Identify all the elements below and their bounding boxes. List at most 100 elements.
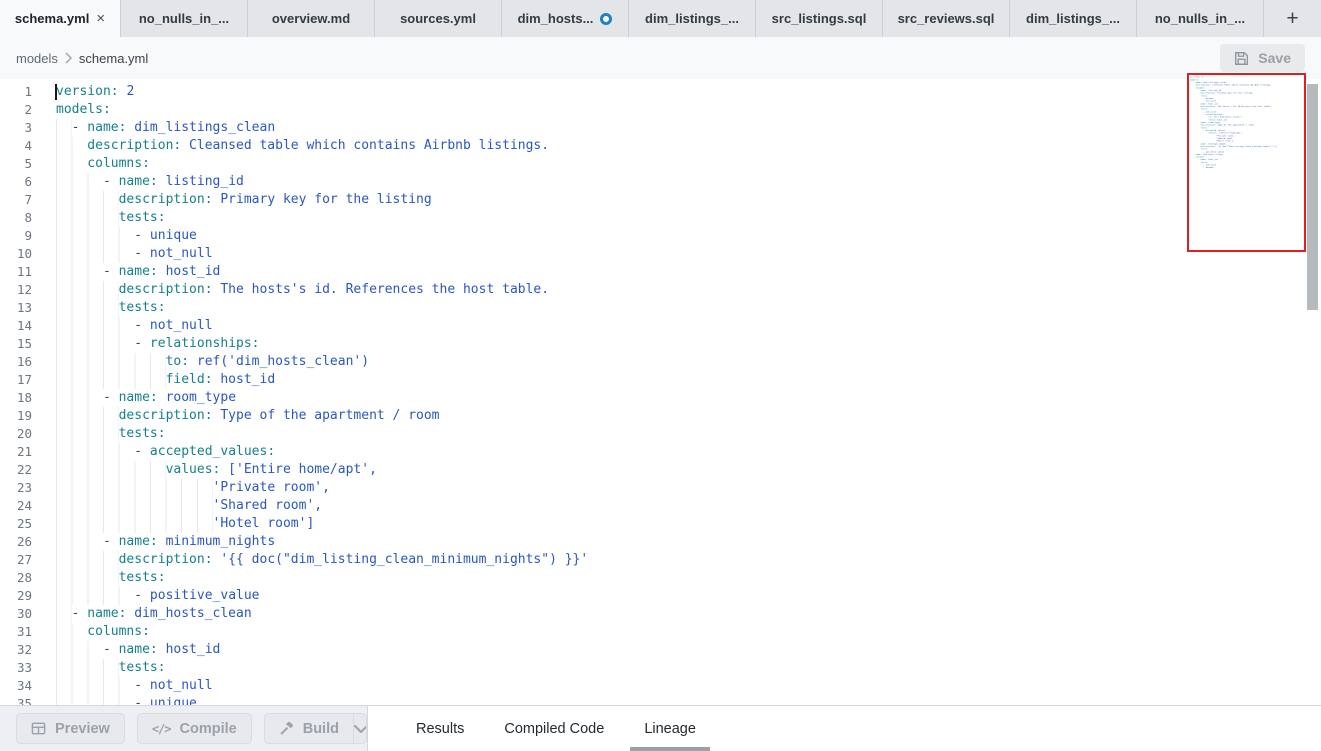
code-line[interactable]: - positive_value [56, 587, 588, 605]
line-number: 19 [0, 407, 32, 425]
build-split-button: Build [264, 713, 367, 744]
preview-button[interactable]: Preview [16, 713, 125, 744]
tab-results[interactable]: Results [396, 706, 484, 751]
code-line[interactable]: - unique [56, 227, 588, 245]
line-number: 32 [0, 641, 32, 659]
editor-header: models schema.yml Save [0, 37, 1321, 79]
code-line[interactable]: tests: [56, 425, 588, 443]
modified-indicator-icon [600, 13, 612, 25]
code-line[interactable]: - name: listing_id [56, 173, 588, 191]
line-number: 13 [0, 299, 32, 317]
code-line[interactable]: - name: host_id [56, 641, 588, 659]
tab-no-nulls-in[interactable]: no_nulls_in_... [121, 0, 248, 37]
code-line[interactable]: - name: dim_listings_clean [56, 119, 588, 137]
code-line[interactable]: - name: minimum_nights [56, 533, 588, 551]
tab-dim-listings[interactable]: dim_listings_... [1010, 0, 1137, 37]
line-number: 18 [0, 389, 32, 407]
line-number: 27 [0, 551, 32, 569]
bottom-tabs: ResultsCompiled CodeLineage [368, 706, 1321, 751]
line-number: 5 [0, 155, 32, 173]
line-number: 22 [0, 461, 32, 479]
line-number: 4 [0, 137, 32, 155]
code-line[interactable]: 'Shared room', [56, 497, 588, 515]
tab-dim-listings[interactable]: dim_listings_... [629, 0, 756, 37]
code-line[interactable]: - accepted_values: [56, 443, 588, 461]
preview-button-label: Preview [55, 721, 110, 737]
line-number: 3 [0, 119, 32, 137]
tab-schema-yml[interactable]: schema.yml × [0, 0, 121, 37]
code-content[interactable]: version: 2models:- name: dim_listings_cl… [56, 83, 588, 705]
line-number: 29 [0, 587, 32, 605]
code-line[interactable]: - name: host_id [56, 263, 588, 281]
code-line[interactable]: - not_null [56, 677, 588, 695]
save-button[interactable]: Save [1220, 44, 1305, 72]
code-line[interactable]: values: ['Entire home/apt', [56, 461, 588, 479]
code-line[interactable]: tests: [56, 209, 588, 227]
compile-button[interactable]: </> Compile [137, 713, 252, 744]
code-line[interactable]: - unique [1190, 166, 1208, 169]
save-icon [1234, 51, 1249, 66]
chevron-down-icon [354, 725, 367, 733]
code-line[interactable]: 'Hotel room'] [56, 515, 588, 533]
tab-sources-yml[interactable]: sources.yml [375, 0, 502, 37]
tab-label: sources.yml [400, 11, 476, 26]
tab-label: src_listings.sql [772, 11, 867, 26]
code-line[interactable]: - relationships: [56, 335, 588, 353]
build-dropdown-button[interactable] [353, 714, 367, 743]
line-number: 9 [0, 227, 32, 245]
compile-button-label: Compile [180, 721, 237, 737]
code-line[interactable]: tests: [56, 659, 588, 677]
tab-label: schema.yml [15, 11, 89, 26]
line-number: 14 [0, 317, 32, 335]
code-line[interactable]: tests: [56, 569, 588, 587]
breadcrumb: models schema.yml [16, 51, 148, 66]
close-icon[interactable]: × [96, 11, 105, 26]
code-icon: </> [152, 722, 171, 736]
line-number: 33 [0, 659, 32, 677]
code-line[interactable]: tests: [56, 299, 588, 317]
code-editor[interactable]: 1234567891011121314151617181920212223242… [0, 79, 1321, 705]
scrollbar-thumb[interactable] [1307, 84, 1318, 310]
tab-compiled-code[interactable]: Compiled Code [484, 706, 624, 751]
line-number: 10 [0, 245, 32, 263]
line-number: 17 [0, 371, 32, 389]
code-line[interactable]: description: Cleansed table which contai… [56, 137, 588, 155]
breadcrumb-dir[interactable]: models [16, 51, 58, 66]
tab-label: overview.md [272, 11, 350, 26]
save-button-label: Save [1258, 50, 1291, 66]
line-number: 24 [0, 497, 32, 515]
tab-dim-hosts[interactable]: dim_hosts... [502, 0, 629, 37]
bottom-actions: Preview </> Compile Build [0, 706, 368, 751]
line-number: 34 [0, 677, 32, 695]
line-number: 35 [0, 695, 32, 705]
tab-label: dim_hosts... [518, 11, 594, 26]
code-line[interactable]: - unique [56, 695, 588, 705]
code-line[interactable]: description: '{{ doc("dim_listing_clean_… [56, 551, 588, 569]
code-line[interactable]: description: The hosts's id. References … [56, 281, 588, 299]
code-line[interactable]: columns: [56, 155, 588, 173]
tab-lineage[interactable]: Lineage [624, 706, 716, 751]
tab-overview-md[interactable]: overview.md [248, 0, 375, 37]
code-line[interactable]: models: [56, 101, 588, 119]
tab-bar-tabs: schema.yml × no_nulls_in_... overview.md sou… [0, 0, 1264, 37]
code-line[interactable]: - not_null [56, 245, 588, 263]
tab-label: no_nulls_in_... [1155, 11, 1245, 26]
code-line[interactable]: field: host_id [56, 371, 588, 389]
code-line[interactable]: description: Type of the apartment / roo… [56, 407, 588, 425]
code-line[interactable]: columns: [56, 623, 588, 641]
code-line[interactable]: 'Private room', [56, 479, 588, 497]
code-line[interactable]: version: 2 [56, 83, 588, 101]
tab-no-nulls-in[interactable]: no_nulls_in_... [1137, 0, 1264, 37]
line-number: 12 [0, 281, 32, 299]
build-button[interactable]: Build [265, 714, 353, 743]
code-line[interactable]: - name: room_type [56, 389, 588, 407]
code-line[interactable]: description: Primary key for the listing [56, 191, 588, 209]
tab-src-reviews-sql[interactable]: src_reviews.sql [883, 0, 1010, 37]
new-tab-button[interactable]: + [1286, 8, 1298, 29]
minimap[interactable]: version: 2models:- name: dim_listings_cl… [1187, 73, 1306, 252]
code-line[interactable]: to: ref('dim_hosts_clean') [56, 353, 588, 371]
tab-src-listings-sql[interactable]: src_listings.sql [756, 0, 883, 37]
line-number: 30 [0, 605, 32, 623]
code-line[interactable]: - not_null [56, 317, 588, 335]
code-line[interactable]: - name: dim_hosts_clean [56, 605, 588, 623]
